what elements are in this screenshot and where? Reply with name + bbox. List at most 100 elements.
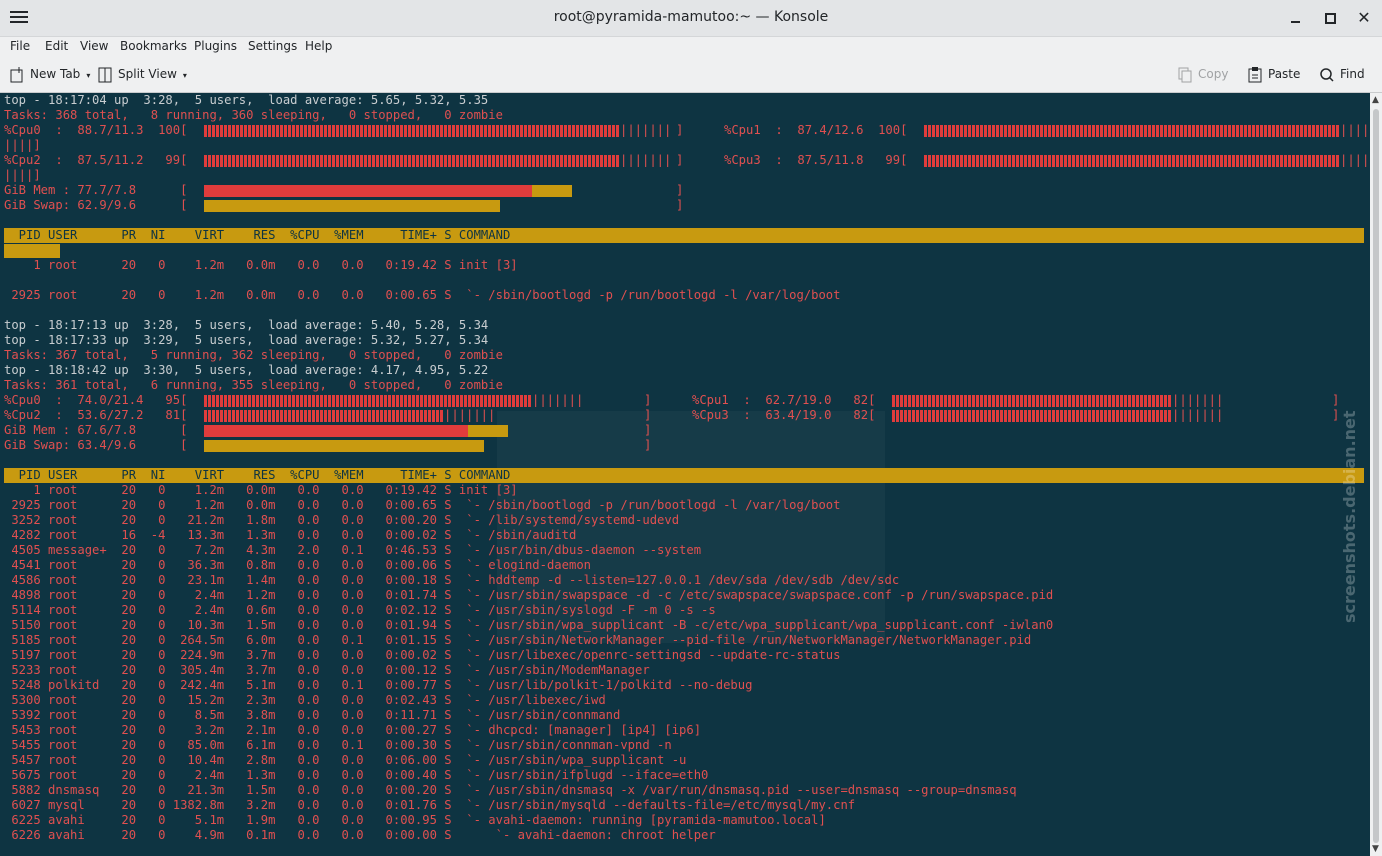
cursor-highlight [4,244,60,258]
terminal-view[interactable]: top - 18:17:04 up 3:28, 5 users, load av… [0,93,1370,856]
process-row: 3252 root 20 0 21.2m 1.8m 0.0 0.0 0:00.2… [4,513,680,527]
tasks-line: Tasks: 361 total, 6 running, 355 sleepin… [4,378,503,392]
process-row: 2925 root 20 0 1.2m 0.0m 0.0 0.0 0:00.65… [4,288,841,302]
paste-button[interactable]: Paste [1248,66,1300,86]
swap-bar [204,199,500,212]
split-view-button[interactable]: Split View ▾ [98,66,187,86]
cpu3-bar-2 [892,409,1172,422]
scrollbar-thumb[interactable] [1373,109,1379,843]
cpu3-label-2: %Cpu3 : 63.4/19.0 82[ [692,408,876,422]
process-row: 4586 root 20 0 23.1m 1.4m 0.0 0.0 0:00.1… [4,573,900,587]
tasks-line: Tasks: 367 total, 5 running, 362 sleepin… [4,348,503,362]
cpu0-end: ] [676,123,684,137]
process-row: 5457 root 20 0 10.4m 2.8m 0.0 0.0 0:06.0… [4,753,687,767]
swap-end: ] [676,198,684,212]
cpu2-tail: ||||||| [620,153,672,167]
swap-label-2: GiB Swap: 63.4/9.6 [ [4,438,188,452]
cpu1-bar [924,124,1340,137]
mem-label-2: GiB Mem : 67.6/7.8 [ [4,423,188,437]
process-row: 4898 root 20 0 2.4m 1.2m 0.0 0.0 0:01.74… [4,588,1054,602]
process-row: 5150 root 20 0 10.3m 1.5m 0.0 0.0 0:01.9… [4,618,1054,632]
cpu1-tail-2: ||||||| [1172,393,1224,407]
process-row: 5233 root 20 0 305.4m 3.7m 0.0 0.0 0:00.… [4,663,650,677]
scroll-down-icon[interactable]: ▼ [1372,844,1379,854]
top-summary-line: top - 18:17:13 up 3:28, 5 users, load av… [4,318,489,332]
maximize-button[interactable] [1320,8,1340,28]
cpu2-bar [204,154,620,167]
mem-label: GiB Mem : 77.7/7.8 [ [4,183,188,197]
cpu2-end-2: ] [644,408,652,422]
process-table-header: PID USER PR NI VIRT RES %CPU %MEM TIME+ … [4,468,1364,483]
cpu2-bar-2 [204,409,444,422]
cpu1-label-2: %Cpu1 : 62.7/19.0 82[ [692,393,876,407]
find-label: Find [1340,67,1365,81]
cpu2-label-2: %Cpu2 : 53.6/27.2 81[ [4,408,188,422]
process-row: 2925 root 20 0 1.2m 0.0m 0.0 0.0 0:00.65… [4,498,841,512]
cpu0-label-2: %Cpu0 : 74.0/21.4 95[ [4,393,188,407]
menu-edit[interactable]: Edit [45,39,68,53]
tasks-line: Tasks: 368 total, 8 running, 360 sleepin… [4,108,503,122]
cpu-wrap-line: ||||] [4,138,41,152]
toolbar: New Tab ▾ Split View ▾ Copy Paste Find [0,59,1382,93]
process-row: 6225 avahi 20 0 5.1m 1.9m 0.0 0.0 0:00.9… [4,813,826,827]
cpu0-label: %Cpu0 : 88.7/11.3 100[ [4,123,188,137]
new-tab-button[interactable]: New Tab ▾ [10,66,90,86]
menu-file[interactable]: File [10,39,30,53]
cpu2-label: %Cpu2 : 87.5/11.2 99[ [4,153,188,167]
cpu1-label: %Cpu1 : 87.4/12.6 100[ [724,123,908,137]
cpu2-end: ] [676,153,684,167]
process-row: 5248 polkitd 20 0 242.4m 5.1m 0.0 0.1 0:… [4,678,753,692]
watermark: screenshots.debian.net [1340,410,1359,623]
cpu3-tail-2: ||||||| [1172,408,1224,422]
menu-help[interactable]: Help [305,39,332,53]
menu-plugins[interactable]: Plugins [194,39,237,53]
copy-label: Copy [1198,67,1229,81]
cpu-wrap-line-2: ||||] [4,168,41,182]
top-summary-line: top - 18:17:33 up 3:29, 5 users, load av… [4,333,489,347]
process-row: 4282 root 16 -4 13.3m 1.3m 0.0 0.0 0:00.… [4,528,577,542]
paste-label: Paste [1268,67,1301,81]
close-button[interactable]: ✕ [1354,8,1374,28]
process-table-header: PID USER PR NI VIRT RES %CPU %MEM TIME+ … [4,228,1364,243]
cpu3-label: %Cpu3 : 87.5/11.8 99[ [724,153,908,167]
process-row: 5453 root 20 0 3.2m 2.1m 0.0 0.0 0:00.27… [4,723,702,737]
menu-view[interactable]: View [80,39,108,53]
search-icon [1320,67,1334,82]
find-button[interactable]: Find [1320,66,1365,86]
process-row: 4541 root 20 0 36.3m 0.8m 0.0 0.0 0:00.0… [4,558,591,572]
swap-end-2: ] [644,438,652,452]
mem-cache-bar-2 [468,424,508,437]
copy-button[interactable]: Copy [1178,66,1228,86]
cpu3-bar [924,154,1340,167]
process-row: 5114 root 20 0 2.4m 0.6m 0.0 0.0 0:02.12… [4,603,716,617]
process-row: 5197 root 20 0 224.9m 3.7m 0.0 0.0 0:00.… [4,648,841,662]
process-row: 5300 root 20 0 15.2m 2.3m 0.0 0.0 0:02.4… [4,693,606,707]
process-row: 6226 avahi 20 0 4.9m 0.1m 0.0 0.0 0:00.0… [4,828,716,842]
process-row: 5882 dnsmasq 20 0 21.3m 1.5m 0.0 0.0 0:0… [4,783,1017,797]
cpu1-bar-2 [892,394,1172,407]
mem-end: ] [676,183,684,197]
mem-used-bar-2 [204,424,468,437]
process-row: 5455 root 20 0 85.0m 6.1m 0.0 0.1 0:00.3… [4,738,672,752]
cpu0-tail-2: ||||||| [532,393,584,407]
terminal-scrollbar[interactable]: ▲ ▼ [1370,93,1382,856]
top-summary-line: top - 18:18:42 up 3:30, 5 users, load av… [4,363,489,377]
menu-bookmarks[interactable]: Bookmarks [120,39,187,53]
cpu2-tail-2: ||||||| [444,408,496,422]
scroll-up-icon[interactable]: ▲ [1372,95,1379,105]
swap-bar-2 [204,439,484,452]
mem-end-2: ] [644,423,652,437]
cpu1-tail: ||||| [1340,123,1370,137]
process-row: 1 root 20 0 1.2m 0.0m 0.0 0.0 0:19.42 S … [4,483,518,497]
process-row: 4505 message+ 20 0 7.2m 4.3m 2.0 0.1 0:4… [4,543,702,557]
process-row: 5392 root 20 0 8.5m 3.8m 0.0 0.0 0:11.71… [4,708,621,722]
top-summary-line: top - 18:17:04 up 3:28, 5 users, load av… [4,93,489,107]
cpu0-bar [204,124,620,137]
minimize-button[interactable] [1286,8,1306,28]
mem-used-bar [204,184,532,197]
menu-settings[interactable]: Settings [248,39,297,53]
process-row: 6027 mysql 20 0 1382.8m 3.2m 0.0 0.0 0:0… [4,798,856,812]
process-row: 5185 root 20 0 264.5m 6.0m 0.0 0.1 0:01.… [4,633,1032,647]
copy-icon [1178,67,1192,82]
new-tab-label: New Tab [30,67,81,81]
